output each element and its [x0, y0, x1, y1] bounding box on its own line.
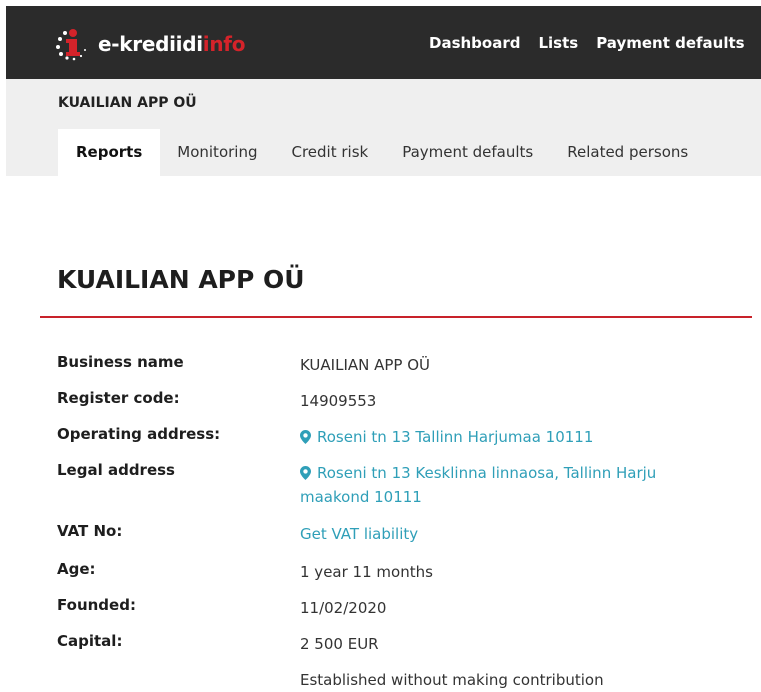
- main-nav: Dashboard Lists Payment defaults: [429, 34, 745, 52]
- detail-value: Roseni tn 13 Kesklinna linnaosa, Tallinn…: [300, 461, 700, 509]
- tab-credit-risk[interactable]: Credit risk: [274, 129, 385, 176]
- detail-label: Operating address:: [57, 425, 221, 443]
- capital-note: Established without making contribution: [300, 671, 604, 689]
- operating-address-text: Roseni tn 13 Tallinn Harjumaa 10111: [317, 428, 594, 446]
- map-pin-icon: [300, 466, 311, 480]
- detail-label: Register code:: [57, 389, 180, 407]
- tab-monitoring[interactable]: Monitoring: [160, 129, 274, 176]
- nav-payment-defaults[interactable]: Payment defaults: [596, 34, 744, 52]
- detail-label: VAT No:: [57, 522, 123, 540]
- detail-value: 2 500 EUR: [300, 635, 379, 653]
- detail-value: Get VAT liability: [300, 522, 700, 546]
- title-divider: [40, 316, 752, 318]
- company-subheader: KUAILIAN APP OÜ Reports Monitoring Credi…: [6, 79, 761, 176]
- detail-label: Age:: [57, 560, 96, 578]
- detail-label: Business name: [57, 353, 184, 371]
- legal-address-link[interactable]: Roseni tn 13 Kesklinna linnaosa, Tallinn…: [300, 464, 656, 506]
- detail-label: Capital:: [57, 632, 123, 650]
- top-navigation-bar: e-krediidiinfo Dashboard Lists Payment d…: [6, 6, 761, 79]
- page-title: KUAILIAN APP OÜ: [57, 265, 305, 294]
- detail-value: 1 year 11 months: [300, 563, 433, 581]
- detail-value: KUAILIAN APP OÜ: [300, 356, 431, 374]
- operating-address-link[interactable]: Roseni tn 13 Tallinn Harjumaa 10111: [300, 428, 593, 446]
- info-logo-icon: [54, 25, 92, 63]
- company-tabs: Reports Monitoring Credit risk Payment d…: [58, 129, 705, 176]
- get-vat-liability-link[interactable]: Get VAT liability: [300, 525, 418, 543]
- detail-value: Roseni tn 13 Tallinn Harjumaa 10111: [300, 425, 700, 449]
- map-pin-icon: [300, 430, 311, 444]
- detail-label: Legal address: [57, 461, 175, 479]
- logo-text: e-krediidiinfo: [98, 32, 246, 56]
- legal-address-text: Roseni tn 13 Kesklinna linnaosa, Tallinn…: [300, 464, 657, 506]
- nav-lists[interactable]: Lists: [538, 34, 578, 52]
- site-logo[interactable]: e-krediidiinfo: [54, 24, 245, 64]
- detail-value: 11/02/2020: [300, 599, 387, 617]
- tab-payment-defaults[interactable]: Payment defaults: [385, 129, 550, 176]
- detail-value: 14909553: [300, 392, 377, 410]
- tab-related-persons[interactable]: Related persons: [550, 129, 705, 176]
- nav-dashboard[interactable]: Dashboard: [429, 34, 520, 52]
- tab-reports[interactable]: Reports: [58, 129, 161, 176]
- detail-label: Founded:: [57, 596, 136, 614]
- company-header-name: KUAILIAN APP OÜ: [58, 95, 197, 111]
